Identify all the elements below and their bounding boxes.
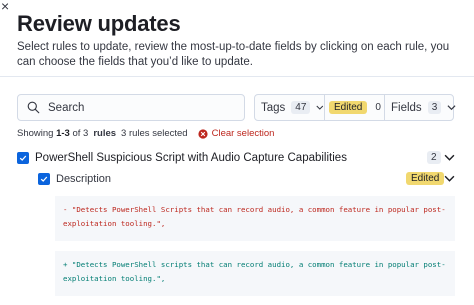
- diff-added-line: exploitation tooling.",: [63, 274, 166, 283]
- rules-label: rules: [93, 128, 117, 139]
- diff-added-line: + "Detects PowerShell scripts that can r…: [63, 260, 446, 269]
- fields-filter-button[interactable]: Fields 3: [385, 95, 456, 120]
- showing-label: Showing: [17, 128, 54, 139]
- diff-removed-block: - "Detects PowerShell Scripts that can r…: [55, 196, 455, 241]
- edited-filter-button[interactable]: Edited 0: [325, 95, 385, 120]
- rule-name: PowerShell Suspicious Script with Audio …: [35, 152, 347, 164]
- filter-group: Tags 47 Edited 0 Fields 3: [254, 94, 456, 121]
- modal-subtitle: Select rules to update, review the most-…: [17, 41, 450, 68]
- modal-title: Review updates: [17, 11, 181, 36]
- cross-circle-icon: [198, 128, 208, 139]
- clear-selection-label: Clear selection: [211, 128, 275, 139]
- search-placeholder: Search: [48, 101, 85, 114]
- chevron-down-icon[interactable]: [444, 173, 455, 184]
- header-divider: [0, 76, 474, 77]
- fields-count-badge: 3: [427, 101, 442, 114]
- diff-removed-line: - "Detects PowerShell Scripts that can r…: [63, 205, 446, 214]
- showing-total: of 3: [72, 128, 89, 139]
- selection-status: Showing 1-3 of 3 rules 3 rules selected …: [17, 128, 274, 139]
- chevron-down-icon[interactable]: [444, 152, 455, 163]
- rule-field-count-badge: 2: [427, 151, 441, 164]
- field-row-description[interactable]: Description Edited: [38, 171, 458, 187]
- selected-count: 3 rules selected: [121, 128, 188, 139]
- check-icon: [40, 176, 48, 182]
- close-icon[interactable]: ×: [1, 0, 9, 14]
- tags-filter-label: Tags: [261, 101, 286, 114]
- search-icon: [27, 101, 40, 114]
- diff-added-block: + "Detects PowerShell scripts that can r…: [55, 251, 455, 296]
- diff-removed-line: exploitation tooling.",: [63, 219, 166, 228]
- edited-count-badge: 0: [375, 102, 381, 113]
- check-icon: [19, 155, 27, 161]
- chevron-down-icon: [447, 105, 456, 111]
- chevron-down-icon: [316, 105, 324, 110]
- field-checkbox[interactable]: [38, 173, 50, 185]
- search-input[interactable]: Search: [17, 94, 245, 121]
- field-name: Description: [56, 173, 112, 185]
- rule-row[interactable]: PowerShell Suspicious Script with Audio …: [17, 150, 457, 166]
- fields-filter-label: Fields: [391, 101, 422, 114]
- tags-filter-button[interactable]: Tags 47: [255, 95, 325, 120]
- clear-selection-button[interactable]: Clear selection: [198, 128, 275, 139]
- field-edited-badge: Edited: [406, 172, 445, 185]
- edited-filter-label: Edited: [329, 101, 368, 114]
- rule-checkbox[interactable]: [17, 152, 29, 164]
- showing-range: 1-3: [56, 128, 70, 139]
- tags-count-badge: 47: [291, 101, 311, 114]
